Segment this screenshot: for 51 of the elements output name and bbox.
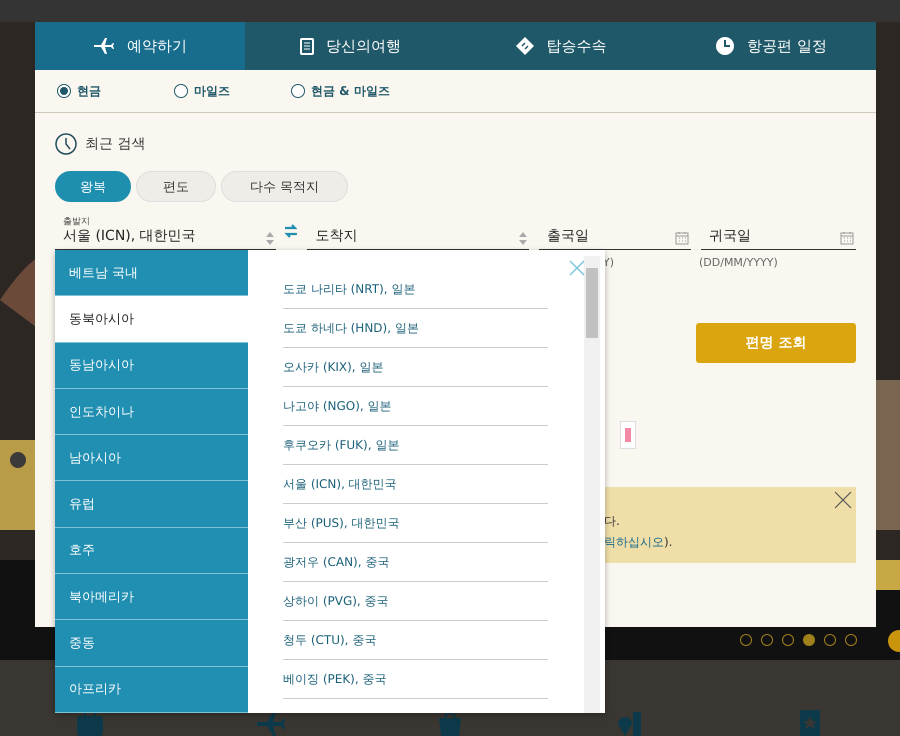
- airport-item[interactable]: 상하이 (PVG), 중국: [283, 582, 548, 621]
- notice-text: 다.: [604, 513, 621, 530]
- sort-icon: [266, 232, 274, 245]
- airport-item[interactable]: 부산 (PUS), 대한민국: [283, 504, 548, 543]
- tab[interactable]: 당신의여행: [245, 22, 456, 70]
- trip-type-button[interactable]: 편도: [136, 171, 216, 202]
- luggage-icon: [75, 710, 105, 736]
- airport-item[interactable]: 도쿄 나리타 (NRT), 일본: [283, 270, 548, 309]
- airport-item[interactable]: 후쿠오카 (FUK), 일본: [283, 426, 548, 465]
- return-date-field[interactable]: 귀국일: [701, 214, 856, 250]
- airport-item[interactable]: 나고야 (NGO), 일본: [283, 387, 548, 426]
- region-item[interactable]: 동북아시아: [55, 296, 248, 343]
- plane-icon: [93, 37, 116, 55]
- carousel-dot[interactable]: [740, 634, 752, 646]
- scrollbar[interactable]: [584, 256, 600, 713]
- tab[interactable]: 예약하기: [35, 22, 246, 70]
- close-icon[interactable]: [834, 491, 852, 509]
- carousel-dot[interactable]: [761, 634, 773, 646]
- notice-text: 릭하십시오).: [604, 534, 674, 551]
- airport-item[interactable]: 도쿄 하네다 (HND), 일본: [283, 309, 548, 348]
- clock-icon: [714, 36, 735, 56]
- recent-search-label[interactable]: 최근 검색: [85, 135, 146, 153]
- airport-item[interactable]: 오사카 (KIX), 일본: [283, 348, 548, 387]
- carousel-dot[interactable]: [782, 634, 794, 646]
- notice-link[interactable]: 릭하십시오: [604, 535, 664, 549]
- calendar-icon: [840, 231, 854, 245]
- trip-type-button[interactable]: 왕복: [55, 171, 131, 202]
- radio-button[interactable]: [174, 84, 188, 98]
- clock-icon: [55, 133, 77, 155]
- trip-type-button[interactable]: 다수 목적지: [221, 171, 348, 202]
- tab[interactable]: 항공편 일정: [666, 22, 876, 70]
- calendar-icon: [675, 231, 689, 245]
- payment-option[interactable]: 현금: [57, 82, 174, 100]
- plane-icon: [255, 710, 285, 736]
- payment-option[interactable]: 현금 & 마일즈: [291, 82, 408, 100]
- swap-icon[interactable]: [284, 224, 298, 238]
- airport-item[interactable]: 베이징 (PEK), 중국: [283, 660, 548, 699]
- airport-item[interactable]: 광저우 (CAN), 중국: [283, 543, 548, 582]
- date-format-hint: (DD/MM/YYYY): [699, 256, 778, 269]
- radio-button[interactable]: [57, 84, 71, 98]
- input-field[interactable]: [620, 421, 636, 449]
- carousel-dot[interactable]: [824, 634, 836, 646]
- radio-button[interactable]: [291, 84, 305, 98]
- airport-item[interactable]: 서울 (ICN), 대한민국: [283, 465, 548, 504]
- payment-option[interactable]: 마일즈: [174, 82, 291, 100]
- sort-icon: [518, 232, 527, 245]
- book-icon: [300, 38, 314, 54]
- carousel-dot[interactable]: [845, 634, 857, 646]
- airport-item[interactable]: 청두 (CTU), 중국: [283, 621, 548, 660]
- tab[interactable]: 탑승수속: [456, 22, 666, 70]
- ticket-icon: [514, 36, 535, 56]
